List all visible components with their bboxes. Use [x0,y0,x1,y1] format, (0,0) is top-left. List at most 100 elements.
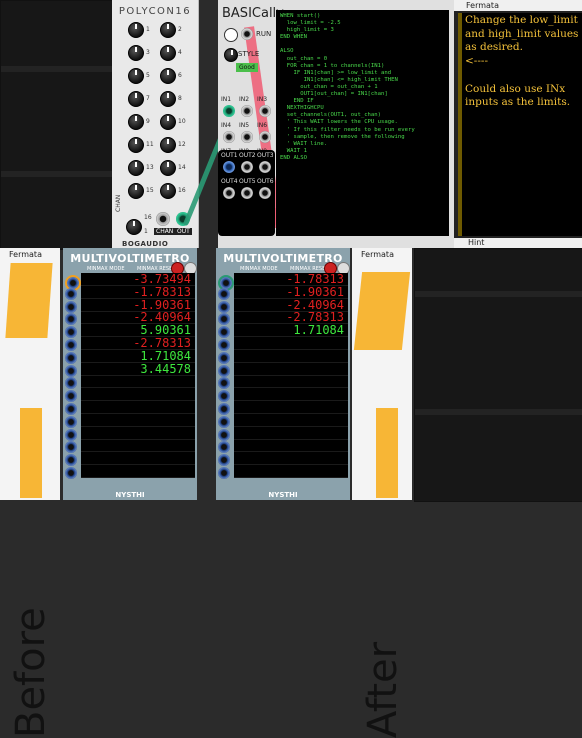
mv-channel-jack[interactable] [65,441,77,454]
input-jack[interactable] [223,105,235,117]
mv-channel-jack[interactable] [65,454,77,467]
output-jack[interactable] [241,161,253,173]
nysthi-brand: NYSTHI [115,491,145,499]
code-editor[interactable]: WHEN start() low_limit = -2.5 high_limit… [276,10,449,236]
output-label: OUT5 [239,178,256,185]
mv-channel-jack[interactable] [218,351,230,364]
mv-channel-jack[interactable] [218,287,230,300]
display-row: -1.78313 [81,286,195,299]
input-jack[interactable] [223,131,235,143]
output-label: OUT1 [221,152,238,159]
display-row: 1.71084 [234,324,348,338]
display-row [81,439,195,453]
nysthi-brand: NYSTHI [268,491,298,499]
decor-yellow [353,272,411,350]
mv-channel-jack[interactable] [218,441,230,454]
voltage-reading: -1.78313 [133,284,191,299]
mv-channel-jack[interactable] [65,351,77,364]
voltage-reading: -2.78313 [286,310,344,325]
mv-channel-jack[interactable] [65,467,77,479]
output-jack[interactable] [241,187,253,199]
fermata-title: Fermata [454,0,582,11]
fermata-text-area[interactable]: Change the low_limit and high_limit valu… [458,13,582,236]
display-row [234,388,348,402]
display-row: 1.71084 [81,350,195,363]
display-row [81,452,195,466]
mv-channel-jack[interactable] [218,390,230,403]
output-label: OUT2 [239,152,256,159]
voltage-reading: -1.90361 [133,297,191,312]
input-label: IN6 [257,122,268,129]
mv-channel-jack[interactable] [218,300,230,313]
display-row [234,401,348,414]
voltage-reading: 3.44578 [140,361,191,376]
output-jack[interactable] [259,187,271,199]
input-jack[interactable] [241,131,253,143]
decor-yellow [20,408,42,498]
input-jack[interactable] [241,105,253,117]
input-jack[interactable] [259,131,271,143]
input-label: IN1 [221,96,232,103]
multivoltimetro-before: MULTIVOLTIMETRO MINMAX MODE MINMAX RESET… [63,248,197,500]
mv-channel-jack[interactable] [65,300,77,313]
display-row [234,414,348,427]
mv-channel-jack[interactable] [65,326,77,339]
mv-channel-jack[interactable] [65,390,77,403]
mv-channel-jack[interactable] [218,326,230,339]
input-jack[interactable] [259,105,271,117]
display-row [81,414,195,427]
code-text[interactable]: WHEN start() low_limit = -2.5 high_limit… [280,13,415,162]
before-label: Before [8,607,54,738]
mv-channel-jack[interactable] [65,428,77,441]
mv-channel-jack[interactable] [218,377,230,390]
output-label: OUT6 [257,178,274,185]
mv-channel-jack[interactable] [218,313,230,326]
display-row [234,452,348,466]
output-block: OUT1 OUT2 OUT3 OUT4 OUT5 OUT6 [218,150,275,236]
display-row: 3.44578 [81,363,195,376]
mv-channel-jack[interactable] [65,377,77,390]
run-label: RUN [256,30,272,38]
voltage-reading: -1.90361 [286,284,344,299]
mv-channel-jack[interactable] [218,454,230,467]
decor-yellow [5,263,53,338]
fermata-note-text[interactable]: Change the low_limit and high_limit valu… [465,14,580,110]
display-row [234,350,348,363]
display-row [234,465,348,478]
fermata-before-module: Fermata Before [0,248,60,738]
fermata-before-title: Fermata [9,250,42,259]
mv-channel-jack[interactable] [218,403,230,415]
mv-channel-jack[interactable] [218,339,230,351]
mv-channel-jack[interactable] [65,364,77,377]
run-button[interactable] [241,28,253,40]
output-jack[interactable] [223,187,235,199]
display-row [234,375,348,389]
mv-channel-jack[interactable] [218,467,230,479]
mv-channel-jack[interactable] [65,415,77,428]
multivoltimetro-after: MULTIVOLTIMETRO MINMAX MODE MINMAX RESET… [216,248,350,500]
display-row [81,465,195,478]
mv-channel-jack[interactable] [65,313,77,326]
mv-channel-jack[interactable] [218,364,230,377]
display-row: -1.90361 [234,286,348,299]
mv-channel-jack[interactable] [65,403,77,415]
output-label: OUT3 [257,152,274,159]
fermata-hint-module: Fermata Change the low_limit and high_li… [454,0,582,248]
voltage-reading: -2.40964 [286,297,344,312]
voltage-reading: 5.90361 [140,323,191,338]
output-jack[interactable] [259,161,271,173]
mv-channel-jack[interactable] [218,415,230,428]
input-label: IN5 [239,122,250,129]
output-jack[interactable] [223,161,235,173]
display-row [234,337,348,350]
input-label: IN4 [221,122,232,129]
style-knob[interactable] [224,48,238,62]
mv-channel-jack[interactable] [218,428,230,441]
mv-channel-jack[interactable] [65,339,77,351]
voltage-reading: 1.71084 [140,348,191,363]
style-label: STYLE [238,50,260,58]
mv-display: -1.78313 -1.90361 -2.40964 -2.78313 1.71084 [234,273,348,478]
decor-yellow [376,408,398,498]
mv-channel-jack[interactable] [65,287,77,300]
basically-module: BASICally RUN STYLE Good IN1 IN2 IN3 IN4 IN5… [218,0,454,248]
